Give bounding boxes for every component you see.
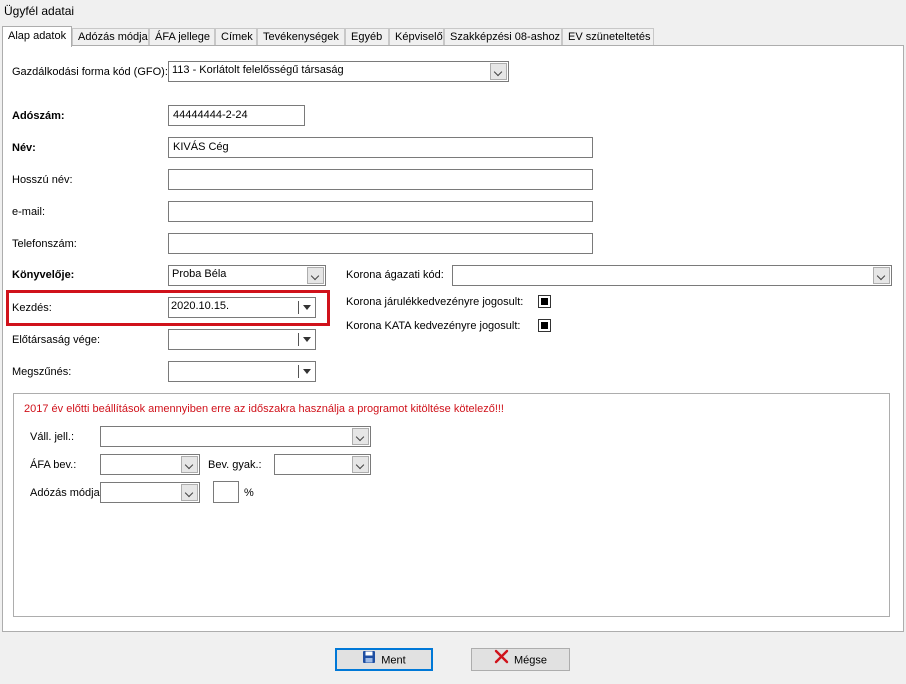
- elotarsasag-label: Előtársaság vége:: [12, 334, 101, 346]
- gfo-label: Gazdálkodási forma kód (GFO):: [12, 66, 168, 78]
- afa-bev-label: ÁFA bev.:: [30, 459, 77, 471]
- adoszam-field[interactable]: 44444444-2-24: [168, 105, 305, 126]
- caret-separator: [298, 333, 299, 346]
- konyvelo-label: Könyvelője:: [12, 269, 75, 281]
- korona-kata-label: Korona KATA kedvezényre jogosult:: [346, 320, 521, 332]
- chevron-down-icon[interactable]: [490, 63, 507, 80]
- save-button[interactable]: Ment: [335, 648, 433, 671]
- gfo-select[interactable]: 113 - Korlátolt felelősségű társaság: [168, 61, 509, 82]
- konyvelo-select[interactable]: Proba Béla: [168, 265, 326, 286]
- percent-field[interactable]: [213, 481, 239, 503]
- nev-field[interactable]: KIVÁS Cég: [168, 137, 593, 158]
- kezdes-value: 2020.10.15.: [171, 300, 230, 312]
- korona-jarulek-checkbox[interactable]: [538, 295, 551, 308]
- korona-agazati-select[interactable]: [452, 265, 892, 286]
- email-field[interactable]: [168, 201, 593, 222]
- tab-cimek[interactable]: Címek: [215, 28, 257, 46]
- megszunes-date-picker[interactable]: [168, 361, 316, 382]
- adozas-modja-label: Adózás módja:: [30, 487, 103, 499]
- hosszu-nev-label: Hosszú név:: [12, 174, 73, 186]
- chevron-down-icon[interactable]: [181, 484, 198, 501]
- tab-tevekenysegek[interactable]: Tevékenységek: [257, 28, 345, 46]
- chevron-down-icon[interactable]: [873, 267, 890, 284]
- chevron-down-icon[interactable]: [352, 428, 369, 445]
- tab-adozas-modja[interactable]: Adózás módja: [72, 28, 149, 46]
- email-label: e-mail:: [12, 206, 46, 218]
- telefon-label: Telefonszám:: [12, 238, 77, 250]
- bev-gyak-select[interactable]: [274, 454, 371, 475]
- adoszam-label: Adószám:: [12, 110, 65, 122]
- tab-alap-adatok[interactable]: Alap adatok: [2, 26, 72, 47]
- megszunes-label: Megszűnés:: [12, 366, 72, 378]
- hosszu-nev-field[interactable]: [168, 169, 593, 190]
- cancel-label: Mégse: [513, 654, 548, 667]
- chevron-down-icon[interactable]: [307, 267, 324, 284]
- kezdes-label: Kezdés:: [12, 302, 52, 314]
- cancel-button[interactable]: Mégse: [471, 648, 570, 671]
- legacy-warning-text: 2017 év előtti beállítások amennyiben er…: [24, 403, 504, 415]
- save-label: Ment: [381, 654, 406, 667]
- caret-separator: [298, 301, 299, 314]
- korona-agazati-label: Korona ágazati kód:: [346, 269, 444, 281]
- nev-label: Név:: [12, 142, 36, 154]
- korona-kata-checkbox[interactable]: [538, 319, 551, 332]
- tab-kepviselo[interactable]: Képviselő: [389, 28, 444, 46]
- konyvelo-value: Proba Béla: [172, 268, 227, 280]
- red-x-icon: [494, 649, 509, 672]
- tab-egyeb[interactable]: Egyéb: [345, 28, 389, 46]
- percent-unit: %: [244, 487, 254, 499]
- kezdes-date-picker[interactable]: 2020.10.15.: [168, 297, 316, 318]
- window-title: Ügyfél adatai: [4, 4, 75, 18]
- tab-szakkepzesi[interactable]: Szakképzési 08-ashoz: [444, 28, 562, 46]
- telefon-field[interactable]: [168, 233, 593, 254]
- dropdown-arrow-icon[interactable]: [303, 305, 311, 310]
- dropdown-arrow-icon[interactable]: [303, 337, 311, 342]
- elotarsasag-date-picker[interactable]: [168, 329, 316, 350]
- tab-afa-jellege[interactable]: ÁFA jellege: [149, 28, 215, 46]
- chevron-down-icon[interactable]: [181, 456, 198, 473]
- adozas-modja-select[interactable]: [100, 482, 200, 503]
- dropdown-arrow-icon[interactable]: [303, 369, 311, 374]
- caret-separator: [298, 365, 299, 378]
- bev-gyak-label: Bev. gyak.:: [208, 459, 262, 471]
- afa-bev-select[interactable]: [100, 454, 200, 475]
- chevron-down-icon[interactable]: [352, 456, 369, 473]
- korona-jarulek-label: Korona járulékkedvezényre jogosult:: [346, 296, 524, 308]
- gfo-value: 113 - Korlátolt felelősségű társaság: [172, 64, 344, 76]
- vall-jell-select[interactable]: [100, 426, 371, 447]
- tab-ev-szuneteltetes[interactable]: EV szüneteltetés: [562, 28, 654, 46]
- floppy-disk-icon: [362, 650, 376, 671]
- vall-jell-label: Váll. jell.:: [30, 431, 75, 443]
